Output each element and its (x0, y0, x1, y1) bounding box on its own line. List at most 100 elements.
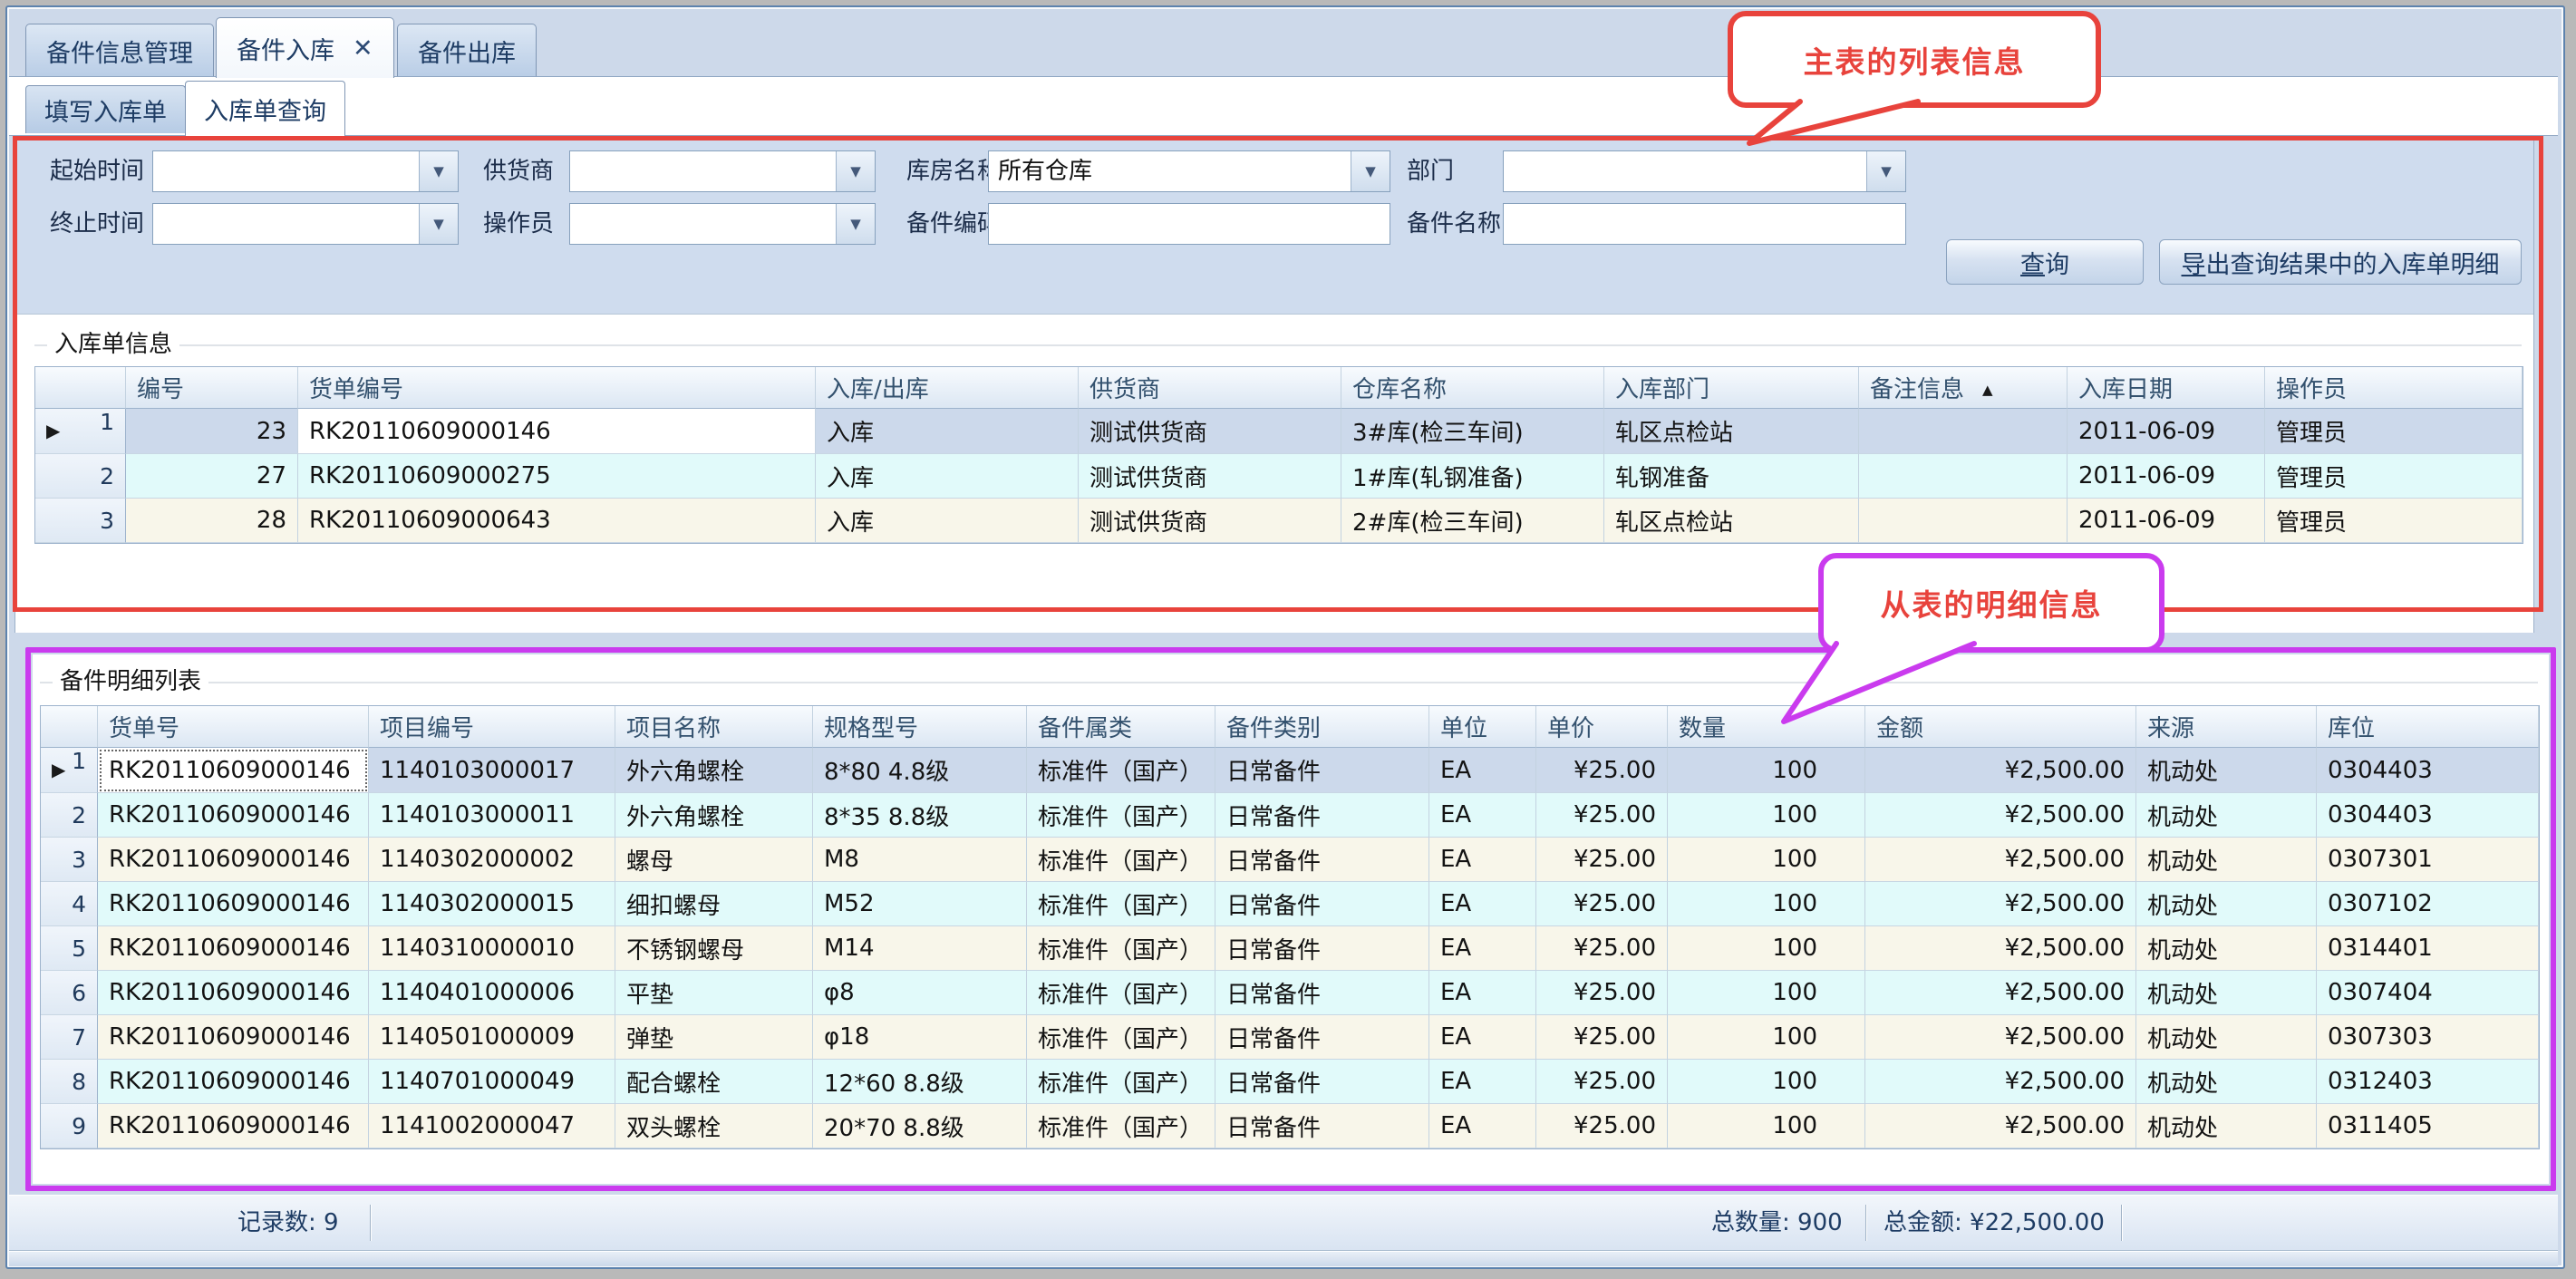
table-cell[interactable]: 100 (1668, 838, 1865, 882)
part-code-input[interactable] (988, 203, 1390, 245)
table-row[interactable]: 5RK201106090001461140310000010不锈钢螺母M14标准… (41, 926, 2539, 971)
table-cell[interactable]: ¥2,500.00 (1865, 793, 2136, 838)
column-header[interactable]: 入库部门 (1604, 367, 1859, 409)
row-indicator[interactable]: 8 (41, 1060, 98, 1104)
table-cell[interactable]: 螺母 (615, 838, 813, 882)
table-cell[interactable]: ¥2,500.00 (1865, 1104, 2136, 1148)
table-cell[interactable]: ¥25.00 (1536, 882, 1668, 926)
row-indicator[interactable]: 3 (35, 499, 126, 543)
table-cell[interactable] (1859, 454, 2068, 499)
column-header[interactable]: 单位 (1429, 706, 1536, 748)
table-cell[interactable]: 100 (1668, 971, 1865, 1015)
table-cell[interactable]: 0311405 (2317, 1104, 2539, 1148)
subtab-inbound-query[interactable]: 入库单查询 (185, 81, 345, 136)
table-cell[interactable]: 2011-06-09 (2068, 499, 2265, 543)
table-cell[interactable]: ¥25.00 (1536, 1104, 1668, 1148)
table-cell[interactable]: 20*70 8.8级 (813, 1104, 1027, 1148)
table-cell[interactable]: 100 (1668, 926, 1865, 971)
table-cell[interactable]: 入库 (816, 499, 1079, 543)
table-cell[interactable]: 3#库(检三车间) (1341, 409, 1604, 454)
column-header[interactable]: 操作员 (2265, 367, 2523, 409)
table-row[interactable]: 3RK201106090001461140302000002螺母M8标准件（国产… (41, 838, 2539, 882)
table-cell[interactable]: 1140103000017 (369, 748, 615, 793)
column-header[interactable]: 供货商 (1079, 367, 1341, 409)
table-cell[interactable]: 2011-06-09 (2068, 409, 2265, 454)
row-indicator[interactable]: 5 (41, 926, 98, 971)
table-cell[interactable]: 轧钢准备 (1604, 454, 1859, 499)
column-header[interactable]: 入库日期 (2068, 367, 2265, 409)
table-cell[interactable]: φ18 (813, 1015, 1027, 1060)
table-cell[interactable]: ¥2,500.00 (1865, 1015, 2136, 1060)
column-header[interactable]: 来源 (2136, 706, 2317, 748)
table-cell[interactable]: 日常备件 (1215, 1060, 1429, 1104)
supplier-combo[interactable]: ▼ (569, 150, 876, 192)
table-row[interactable]: ▶123RK20110609000146入库测试供货商3#库(检三车间)轧区点检… (35, 409, 2523, 454)
table-cell[interactable]: ¥2,500.00 (1865, 882, 2136, 926)
table-cell[interactable]: 1140103000011 (369, 793, 615, 838)
table-cell[interactable]: 12*60 8.8级 (813, 1060, 1027, 1104)
table-cell[interactable] (1859, 409, 2068, 454)
export-details-button[interactable]: 导出查询结果中的入库单明细 (2159, 239, 2522, 285)
table-cell[interactable]: 外六角螺栓 (615, 748, 813, 793)
table-cell[interactable]: 1140501000009 (369, 1015, 615, 1060)
table-cell[interactable]: 机动处 (2136, 838, 2317, 882)
table-cell[interactable]: EA (1429, 926, 1536, 971)
dropdown-arrow-button[interactable]: ▼ (1351, 151, 1390, 191)
table-row[interactable]: ▶1RK201106090001461140103000017外六角螺栓8*80… (41, 748, 2539, 793)
table-cell[interactable]: ¥25.00 (1536, 838, 1668, 882)
dropdown-arrow-button[interactable]: ▼ (419, 204, 458, 244)
row-indicator[interactable]: 3 (41, 838, 98, 882)
table-cell[interactable]: ¥25.00 (1536, 1015, 1668, 1060)
table-cell[interactable]: 1140701000049 (369, 1060, 615, 1104)
column-header[interactable]: 备件类别 (1215, 706, 1429, 748)
table-cell[interactable]: RK20110609000146 (98, 793, 369, 838)
table-cell[interactable]: 0304403 (2317, 748, 2539, 793)
column-header[interactable]: 备件属类 (1027, 706, 1215, 748)
table-cell[interactable]: 8*35 8.8级 (813, 793, 1027, 838)
table-cell[interactable]: φ8 (813, 971, 1027, 1015)
table-row[interactable]: 4RK201106090001461140302000015细扣螺母M52标准件… (41, 882, 2539, 926)
table-cell[interactable]: RK20110609000146 (98, 748, 369, 793)
table-row[interactable]: 8RK201106090001461140701000049配合螺栓12*60 … (41, 1060, 2539, 1104)
table-cell[interactable]: 测试供货商 (1079, 409, 1341, 454)
column-header[interactable]: 仓库名称 (1341, 367, 1604, 409)
query-button[interactable]: 查询 (1946, 239, 2144, 285)
tab-part-outbound[interactable]: 备件出库 (397, 24, 537, 77)
table-cell[interactable]: 标准件（国产） (1027, 793, 1215, 838)
table-cell[interactable]: 0312403 (2317, 1060, 2539, 1104)
table-cell[interactable]: ¥2,500.00 (1865, 926, 2136, 971)
table-cell[interactable]: 100 (1668, 882, 1865, 926)
table-cell[interactable]: 外六角螺栓 (615, 793, 813, 838)
table-cell[interactable]: EA (1429, 748, 1536, 793)
table-cell[interactable]: ¥2,500.00 (1865, 971, 2136, 1015)
table-cell[interactable]: ¥25.00 (1536, 793, 1668, 838)
table-cell[interactable]: RK20110609000275 (298, 454, 816, 499)
table-cell[interactable]: 日常备件 (1215, 882, 1429, 926)
table-cell[interactable]: 日常备件 (1215, 838, 1429, 882)
table-cell[interactable]: 1140302000015 (369, 882, 615, 926)
table-row[interactable]: 6RK201106090001461140401000006平垫φ8标准件（国产… (41, 971, 2539, 1015)
table-cell[interactable]: 100 (1668, 748, 1865, 793)
row-indicator[interactable]: 2 (35, 454, 126, 499)
table-cell[interactable]: 机动处 (2136, 793, 2317, 838)
table-cell[interactable]: 细扣螺母 (615, 882, 813, 926)
table-row[interactable]: 328RK20110609000643入库测试供货商2#库(检三车间)轧区点检站… (35, 499, 2523, 543)
row-indicator[interactable]: 4 (41, 882, 98, 926)
column-header[interactable]: 项目名称 (615, 706, 813, 748)
table-cell[interactable]: 0307404 (2317, 971, 2539, 1015)
table-cell[interactable]: 2011-06-09 (2068, 454, 2265, 499)
table-cell[interactable]: 平垫 (615, 971, 813, 1015)
table-cell[interactable]: 测试供货商 (1079, 499, 1341, 543)
operator-combo[interactable]: ▼ (569, 203, 876, 245)
table-cell[interactable]: RK20110609000146 (98, 1015, 369, 1060)
dropdown-arrow-button[interactable]: ▼ (836, 151, 875, 191)
table-cell[interactable]: 测试供货商 (1079, 454, 1341, 499)
table-row[interactable]: 2RK201106090001461140103000011外六角螺栓8*35 … (41, 793, 2539, 838)
table-cell[interactable]: 100 (1668, 1015, 1865, 1060)
table-cell[interactable]: EA (1429, 1104, 1536, 1148)
table-cell[interactable]: EA (1429, 838, 1536, 882)
table-cell[interactable]: EA (1429, 793, 1536, 838)
column-header[interactable]: 备注信息▲ (1859, 367, 2068, 409)
table-cell[interactable]: 0307303 (2317, 1015, 2539, 1060)
table-cell[interactable]: M52 (813, 882, 1027, 926)
